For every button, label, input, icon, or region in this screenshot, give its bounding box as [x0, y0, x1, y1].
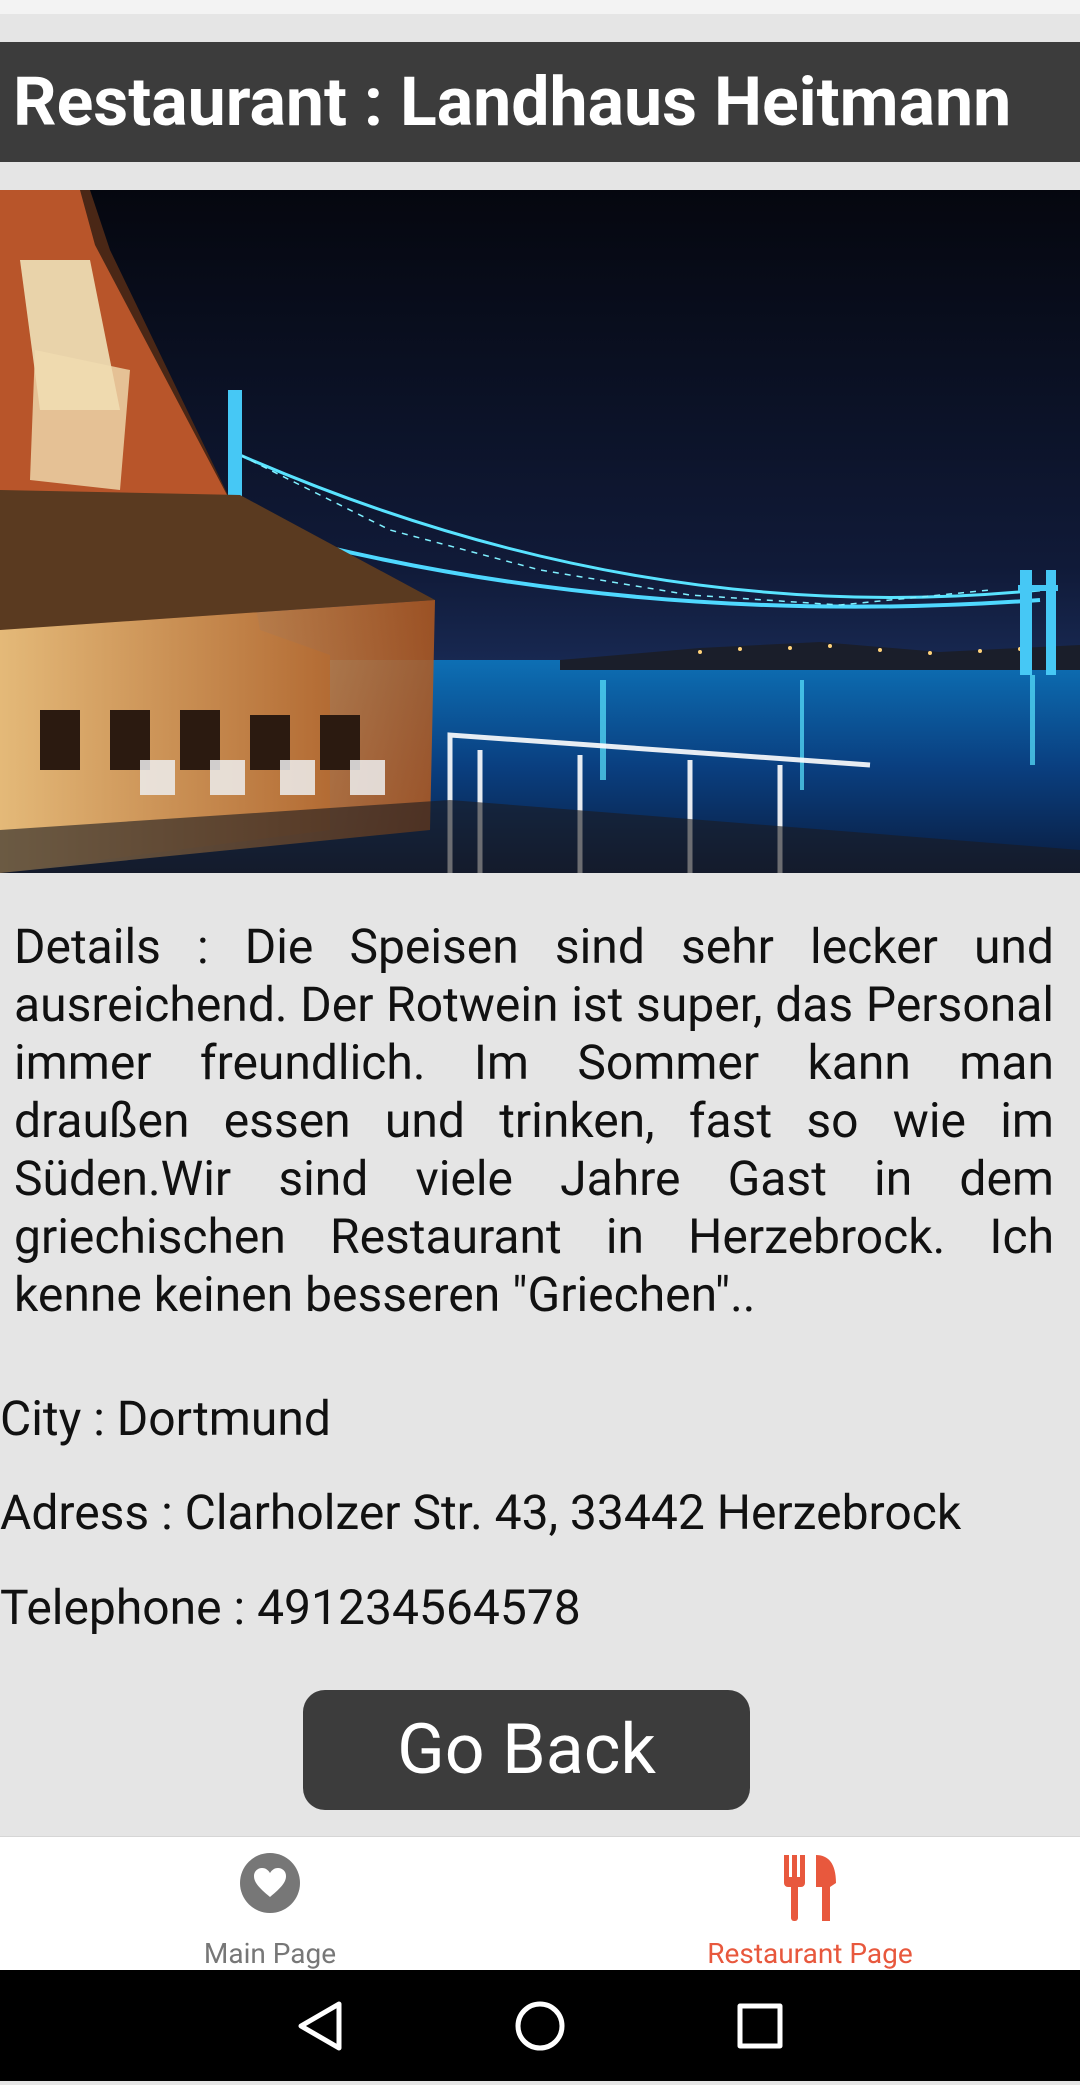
nav-label-restaurant-page: Restaurant Page [707, 1937, 913, 1970]
status-bar [0, 0, 1080, 14]
restaurant-details-text: Details : Die Speisen sind sehr lecker u… [14, 918, 1054, 1323]
address-line: Adress : Clarholzer Str. 43, 33442 Herze… [0, 1484, 962, 1541]
telephone-line: Telephone : 491234564578 [0, 1579, 581, 1636]
home-circle-icon[interactable] [485, 1970, 595, 2081]
go-back-button[interactable]: Go Back [303, 1690, 750, 1810]
fork-knife-icon [780, 1853, 840, 1927]
nav-item-main-page[interactable]: Main Page [0, 1837, 540, 1971]
system-navigation-bar [0, 1970, 1080, 2081]
page-title: Restaurant : Landhaus Heitmann [0, 42, 1080, 162]
heart-icon [240, 1853, 300, 1917]
nav-item-restaurant-page[interactable]: Restaurant Page [540, 1837, 1080, 1971]
restaurant-hero-image [0, 190, 1080, 873]
back-triangle-icon[interactable] [266, 1970, 376, 2081]
city-line: City : Dortmund [0, 1390, 331, 1447]
recents-square-icon[interactable] [705, 1970, 815, 2081]
bottom-navigation: Main Page Restaurant Page [0, 1836, 1080, 1970]
nav-label-main-page: Main Page [203, 1937, 337, 1970]
